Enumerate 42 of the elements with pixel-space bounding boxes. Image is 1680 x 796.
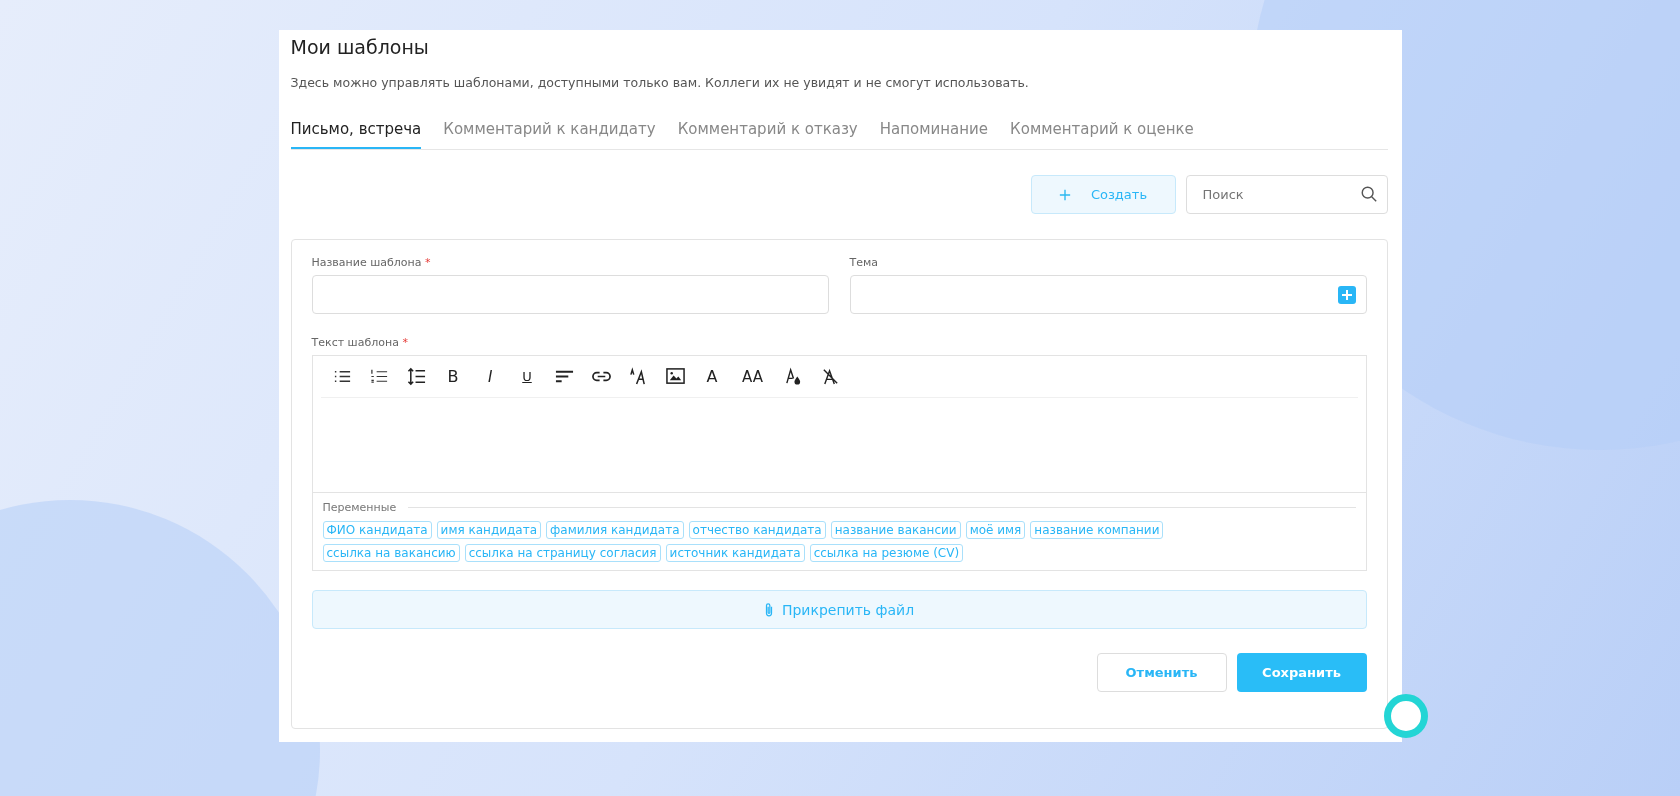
variable-chip[interactable]: отчество кандидата (688, 521, 826, 539)
numbered-list-icon[interactable] (369, 367, 389, 386)
variable-chip[interactable]: название компании (1030, 521, 1164, 539)
cancel-button[interactable]: Отменить (1096, 653, 1227, 692)
tab[interactable]: Комментарий к отказу (677, 112, 858, 149)
variable-chip[interactable]: ссылка на вакансию (322, 544, 460, 562)
tab[interactable]: Письмо, встреча (290, 112, 422, 149)
font-button[interactable]: A (702, 367, 722, 386)
italic-button[interactable]: I (480, 367, 500, 386)
text-color-icon[interactable] (783, 367, 803, 386)
variable-chip[interactable]: ссылка на страницу согласия (464, 544, 661, 562)
variable-chip[interactable]: фамилия кандидата (546, 521, 684, 539)
variable-chip[interactable]: ссылка на резюме (CV) (809, 544, 964, 562)
variable-chip[interactable]: название вакансии (830, 521, 961, 539)
variable-chip[interactable]: имя кандидата (436, 521, 542, 539)
field-label: Название шаблона * (311, 256, 432, 269)
variable-chip[interactable]: моё имя (965, 521, 1026, 539)
paperclip-icon (763, 600, 774, 619)
tab[interactable]: Комментарий к оценке (1010, 112, 1194, 149)
image-icon[interactable] (665, 367, 685, 386)
bold-button[interactable]: B (443, 367, 463, 386)
attach-file-button[interactable]: Прикрепить файл (311, 590, 1367, 629)
page-title: Мои шаблоны (290, 36, 430, 58)
search-icon (1359, 185, 1378, 203)
save-button[interactable]: Сохранить (1236, 653, 1367, 692)
line-height-icon[interactable] (406, 367, 426, 386)
input-field[interactable] (849, 275, 1367, 314)
variable-chip[interactable]: источник кандидата (665, 544, 805, 562)
tab[interactable]: Напоминание (879, 112, 989, 149)
variable-chip[interactable]: ФИО кандидата (322, 521, 432, 539)
search-field[interactable]: Поиск (1185, 175, 1388, 214)
create-button[interactable]: Создать (1030, 175, 1176, 214)
underline-button[interactable]: U (517, 369, 537, 384)
italic-letter-icon[interactable] (628, 367, 648, 386)
page-description: Здесь можно управлять шаблонами, доступными только вам. Коллеги их не увидят и не смогут использовать. (290, 75, 1030, 90)
font-size-button[interactable]: AA (739, 367, 766, 386)
field-label: Текст шаблона * (311, 336, 409, 349)
input-field[interactable] (311, 275, 829, 314)
field-label: Тема (849, 256, 880, 269)
plus-icon (1058, 188, 1071, 201)
tab[interactable]: Комментарий к кандидату (443, 112, 656, 149)
variables-label: Переменные (322, 501, 397, 514)
